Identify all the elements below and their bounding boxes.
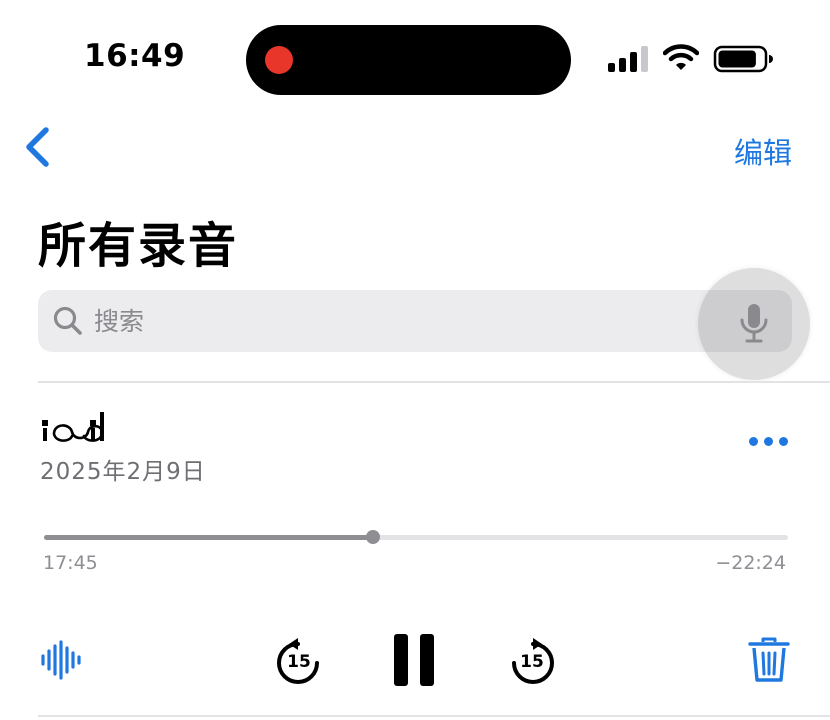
cellular-signal-icon bbox=[608, 44, 650, 72]
skip-forward-label: 15 bbox=[520, 652, 544, 672]
time-elapsed: 17:45 bbox=[43, 552, 98, 574]
playback-progress bbox=[44, 535, 373, 540]
dynamic-island bbox=[246, 25, 571, 95]
pause-icon bbox=[394, 634, 434, 686]
recording-indicator-icon bbox=[265, 46, 293, 74]
time-remaining: −22:24 bbox=[715, 552, 786, 574]
skip-forward-button[interactable]: 15 bbox=[509, 638, 555, 686]
page-title: 所有录音 bbox=[38, 218, 239, 274]
skip-back-label: 15 bbox=[287, 652, 311, 672]
voice-search-button[interactable] bbox=[698, 268, 810, 380]
waveform-icon bbox=[41, 640, 81, 680]
recording-title[interactable] bbox=[40, 410, 108, 444]
divider bbox=[38, 381, 830, 383]
wifi-icon bbox=[663, 44, 699, 70]
waveform-button[interactable] bbox=[40, 640, 84, 680]
divider bbox=[38, 715, 830, 717]
recording-date: 2025年2月9日 bbox=[40, 459, 206, 485]
ellipsis-icon bbox=[749, 437, 758, 446]
magnifying-glass-icon bbox=[53, 306, 82, 335]
battery-icon bbox=[713, 45, 773, 73]
search-bar[interactable] bbox=[38, 290, 792, 352]
edit-button[interactable]: 编辑 bbox=[734, 130, 792, 172]
status-time: 16:49 bbox=[84, 38, 186, 74]
pause-button[interactable] bbox=[392, 633, 436, 687]
microphone-icon bbox=[740, 304, 768, 343]
search-input[interactable] bbox=[94, 302, 654, 340]
more-options-button[interactable] bbox=[744, 424, 792, 458]
delete-button[interactable] bbox=[748, 636, 790, 684]
chevron-left-icon bbox=[26, 127, 49, 167]
scrubber-handle[interactable] bbox=[365, 530, 380, 544]
trash-icon bbox=[748, 637, 790, 682]
skip-back-button[interactable]: 15 bbox=[276, 638, 322, 686]
playback-scrubber[interactable] bbox=[44, 530, 788, 544]
back-button[interactable] bbox=[20, 124, 56, 170]
